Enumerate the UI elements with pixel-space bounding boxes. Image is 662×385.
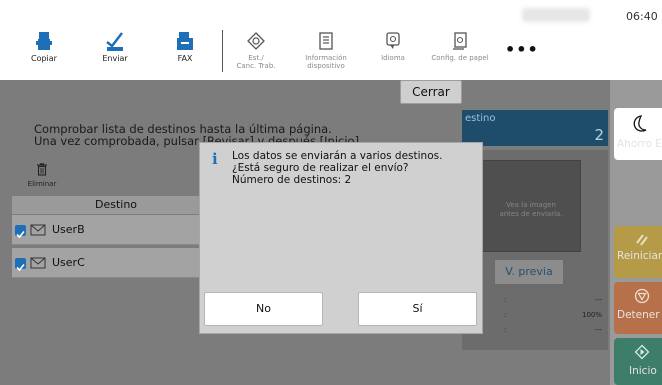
dialog-message: Los datos se enviarán a varios destinos.…: [232, 150, 443, 186]
job-status-button[interactable]: Est./ Canc. Trab.: [226, 30, 286, 70]
envelope-icon: [30, 257, 46, 269]
info-value: ---: [594, 326, 602, 334]
start-label: Inicio: [629, 365, 657, 377]
send-button[interactable]: Enviar: [85, 30, 145, 64]
info-row: nal : ---: [466, 296, 602, 304]
checkbox-icon[interactable]: [15, 258, 26, 272]
copy-icon: [36, 32, 52, 50]
reset-button[interactable]: Reiniciar: [614, 226, 662, 278]
paper-settings-icon: [453, 32, 467, 50]
start-button[interactable]: Inicio: [614, 338, 662, 385]
language-button[interactable]: Idioma: [363, 30, 423, 62]
close-button[interactable]: Cerrar: [400, 80, 462, 104]
preview-button[interactable]: V. previa: [494, 259, 564, 285]
destination-name: UserB: [52, 223, 85, 236]
reset-label: Reiniciar: [617, 250, 662, 262]
start-icon: [634, 344, 650, 360]
paper-settings-button[interactable]: Config. de papel: [430, 30, 490, 62]
info-row: ar : ---: [466, 326, 602, 334]
checkbox-icon[interactable]: [15, 225, 26, 239]
info-sep: :: [504, 296, 507, 304]
stop-label: Detener: [617, 309, 660, 321]
fax-button[interactable]: FAX: [155, 30, 215, 64]
delete-label: Eliminar: [27, 180, 57, 188]
paper-settings-label: Config. de papel: [431, 54, 489, 62]
stop-button[interactable]: Detener: [614, 282, 662, 334]
preview-image-box: Vea la imagen antes de enviarla.: [481, 160, 581, 252]
envelope-icon: [30, 224, 46, 236]
send-icon: [106, 32, 123, 51]
destination-panel-title: estino: [465, 113, 496, 124]
language-label: Idioma: [381, 54, 405, 62]
fax-icon: [177, 32, 193, 50]
device-info-icon: [319, 32, 333, 50]
copy-button[interactable]: Copiar: [14, 30, 74, 64]
yes-button[interactable]: Sí: [358, 292, 477, 326]
top-bar: 06:40 Copiar Enviar FAX Est./ Canc. Trab…: [0, 0, 662, 80]
copy-label: Copiar: [31, 54, 57, 63]
energy-saver-button[interactable]: Ahorro Energía: [614, 108, 662, 160]
trash-icon: [37, 163, 47, 176]
info-sep: :: [504, 326, 507, 334]
clock: 06:40: [626, 10, 658, 23]
language-icon: [386, 32, 400, 49]
device-info-button[interactable]: Información dispositivo: [296, 30, 356, 70]
reset-icon: [636, 234, 648, 246]
no-button[interactable]: No: [204, 292, 323, 326]
info-value: 100%: [581, 311, 602, 319]
destination-count-panel: estino 2: [462, 110, 608, 146]
info-value: ---: [594, 296, 602, 304]
job-status-label: Est./ Canc. Trab.: [236, 54, 276, 70]
moon-icon: [633, 115, 647, 132]
status-area: [522, 8, 590, 22]
energy-saver-label: Ahorro Energía: [617, 138, 662, 150]
job-status-icon: [247, 32, 265, 50]
delete-button[interactable]: Eliminar: [26, 161, 58, 188]
info-icon: i: [212, 150, 218, 168]
fax-label: FAX: [177, 54, 193, 63]
send-label: Enviar: [102, 54, 128, 63]
toolbar-divider: [222, 30, 223, 72]
info-sep: :: [504, 311, 507, 319]
destination-name: UserC: [52, 256, 85, 269]
more-button[interactable]: •••: [505, 40, 539, 59]
destination-count: 2: [594, 126, 604, 144]
preview-hint: Vea la imagen antes de enviarla.: [499, 201, 563, 218]
device-info-label: Información dispositivo: [305, 54, 347, 70]
stop-icon: [634, 288, 650, 304]
